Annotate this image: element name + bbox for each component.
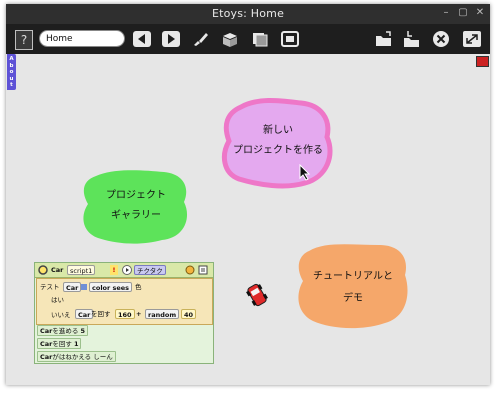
mouse-cursor-icon: [299, 164, 311, 181]
yes-label: はい: [51, 296, 64, 304]
condition-object-tile[interactable]: Car: [63, 282, 82, 292]
about-flap-label: About: [9, 56, 14, 88]
language-icon[interactable]: [250, 30, 270, 48]
script-trigger-tile[interactable]: チクタク: [134, 265, 166, 275]
script-menu-gear-icon[interactable]: [185, 265, 195, 275]
tutorial-demo-button[interactable]: チュートリアルと デモ: [295, 241, 411, 331]
paint-brush-icon[interactable]: [190, 30, 210, 48]
quit-icon[interactable]: [431, 30, 451, 48]
color-swatch[interactable]: [81, 284, 87, 290]
turn-op-label: +: [136, 310, 142, 318]
script-run-icon[interactable]: [122, 265, 132, 275]
maximize-button[interactable]: ▢: [457, 7, 469, 19]
turn-verb-label: を回す: [91, 310, 111, 318]
condition-text-tile[interactable]: color sees: [89, 282, 133, 292]
help-button[interactable]: ?: [15, 30, 33, 50]
minimize-button[interactable]: –: [440, 7, 452, 19]
forward-tile[interactable]: Carを進める 5: [37, 325, 88, 336]
tutorial-line1: チュートリアルと: [313, 271, 393, 282]
bounce-object: Car: [40, 353, 53, 361]
save-folder-icon[interactable]: [402, 30, 422, 48]
new-project-line1: 新しい: [263, 125, 293, 136]
forward-button[interactable]: [161, 30, 181, 48]
turn-value[interactable]: 1: [74, 340, 79, 348]
turn-value-tile[interactable]: 160: [115, 309, 135, 319]
forward-verb: を進める: [52, 327, 79, 335]
new-project-line2: プロジェクトを作る: [233, 145, 323, 156]
test-label: テスト: [40, 283, 60, 291]
fullscreen-icon[interactable]: [462, 30, 482, 48]
script-name-tile[interactable]: script1: [67, 265, 96, 275]
tutorial-line2: デモ: [343, 293, 363, 304]
turn-tile[interactable]: Carを回す 1: [37, 338, 82, 349]
gallery-line1: プロジェクト: [106, 190, 166, 201]
new-project-button[interactable]: 新しい プロジェクトを作る: [219, 97, 337, 189]
window-title: Etoys: Home: [211, 7, 285, 20]
bounce-tile[interactable]: Carがはねかえる しーん: [37, 351, 116, 362]
forward-value[interactable]: 5: [80, 327, 85, 335]
script-object-label: Car: [51, 266, 64, 274]
etoys-window: Etoys: Home – ▢ ✕ ? Home About 新しい プロジェク…: [6, 4, 490, 385]
turn-object: Car: [40, 340, 53, 348]
test-block[interactable]: テスト Car color sees 色 はい いいえ Car を回す 160 …: [36, 278, 213, 325]
fullscreen-toggle-icon[interactable]: [280, 30, 300, 48]
gallery-line2: ギャラリー: [111, 210, 161, 221]
about-flap-tab[interactable]: About: [7, 54, 16, 90]
script-warning-icon[interactable]: !: [110, 265, 118, 275]
script-header: Car script1 ! チクタク: [35, 263, 213, 278]
project-gallery-button[interactable]: プロジェクト ギャラリー: [80, 168, 192, 246]
bounce-sound[interactable]: しーん: [93, 353, 113, 361]
no-label: いいえ: [51, 311, 71, 319]
turn-verb: を回す: [52, 340, 72, 348]
title-bar[interactable]: Etoys: Home – ▢ ✕: [6, 4, 490, 24]
random-arg-tile[interactable]: 40: [181, 309, 197, 319]
condition-tail-label: 色: [135, 283, 142, 291]
close-window-button[interactable]: ✕: [474, 7, 486, 19]
project-name-field[interactable]: Home: [39, 30, 125, 47]
random-fn-tile[interactable]: random: [145, 309, 180, 319]
script-menu-icon[interactable]: [38, 265, 48, 275]
bounce-verb: がはねかえる: [52, 353, 92, 361]
etoys-toolbar: ? Home: [6, 24, 490, 54]
back-button[interactable]: [132, 30, 152, 48]
car-sprite-icon[interactable]: [246, 282, 268, 308]
supplies-box-icon[interactable]: [220, 30, 240, 48]
script-editor[interactable]: Car script1 ! チクタク テスト Car color sees 色: [34, 262, 214, 364]
world-menu-icon[interactable]: [476, 56, 489, 67]
open-folder-icon[interactable]: [374, 30, 394, 48]
script-collapse-icon[interactable]: [198, 265, 208, 275]
forward-object: Car: [40, 327, 53, 335]
